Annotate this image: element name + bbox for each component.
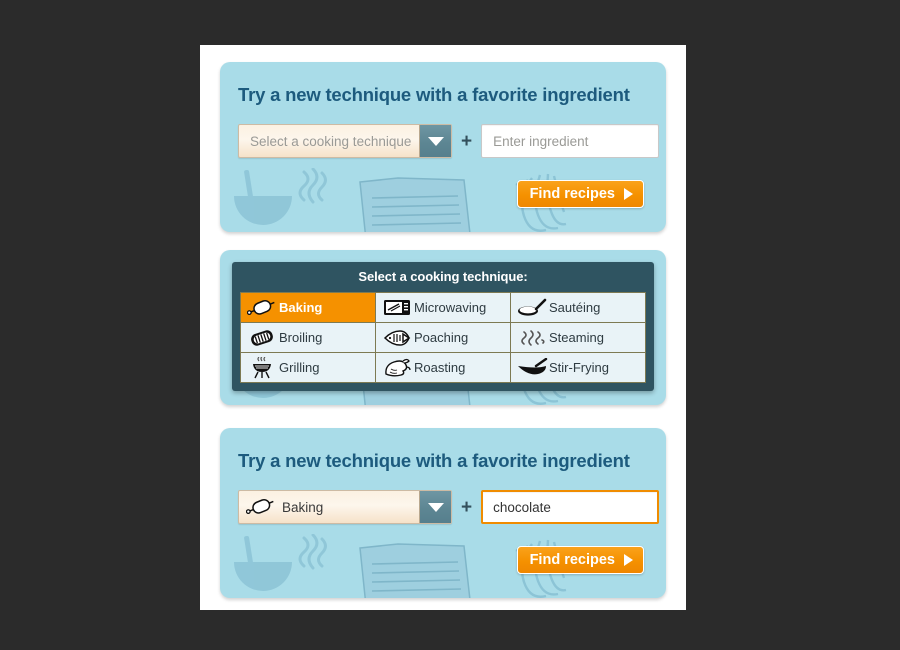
find-recipes-label: Find recipes [529, 186, 615, 202]
technique-option-label: Broiling [279, 330, 323, 345]
wok-icon [515, 356, 549, 380]
page-title-filled: Try a new technique with a favorite ingr… [238, 450, 630, 471]
search-controls-row-filled: Baking + chocolate [238, 490, 660, 524]
technique-option-label: Microwaving [414, 300, 487, 315]
search-controls-row: Select a cooking technique + Enter ingre… [238, 124, 660, 158]
find-recipes-button-filled[interactable]: Find recipes [516, 546, 644, 574]
technique-option-label: Sautéing [549, 300, 601, 315]
technique-option-broiling[interactable]: Broiling [241, 323, 375, 352]
fish-icon [380, 326, 414, 350]
grill-icon [245, 356, 279, 380]
chevron-down-icon[interactable] [419, 491, 451, 523]
technique-option-grilling[interactable]: Grilling [241, 353, 375, 382]
plus-separator: + [461, 496, 473, 518]
chevron-down-icon[interactable] [419, 125, 451, 157]
technique-select[interactable]: Select a cooking technique [238, 124, 452, 158]
technique-search-panel-filled: Try a new technique with a favorite ingr… [220, 428, 666, 598]
technique-option-label: Baking [279, 300, 323, 315]
technique-option-baking[interactable]: Baking [241, 293, 375, 322]
recipe-card-icon [359, 177, 471, 232]
technique-dropdown-menu[interactable]: Select a cooking technique: Baking Micro… [232, 262, 654, 391]
technique-option-label: Steaming [549, 330, 604, 345]
plus-separator: + [461, 130, 473, 152]
technique-option-stir-frying[interactable]: Stir-Frying [511, 353, 645, 382]
technique-option-steaming[interactable]: Steaming [511, 323, 645, 352]
saute-pan-icon [515, 296, 549, 320]
technique-option-sauteing[interactable]: Sautéing [511, 293, 645, 322]
technique-option-grid: Baking Microwaving Sautéing Broiling Poa… [240, 292, 646, 383]
technique-option-roasting[interactable]: Roasting [376, 353, 510, 382]
technique-option-poaching[interactable]: Poaching [376, 323, 510, 352]
technique-option-label: Poaching [414, 330, 469, 345]
play-triangle-icon [624, 554, 633, 566]
ingredient-input[interactable]: Enter ingredient [481, 124, 660, 158]
play-triangle-icon [624, 188, 633, 200]
steam-wisps-icon [515, 326, 549, 350]
microwave-icon [380, 296, 414, 320]
screenshot-root: Try a new technique with a favorite ingr… [0, 0, 900, 650]
technique-option-label: Stir-Frying [549, 360, 609, 375]
page-title: Try a new technique with a favorite ingr… [238, 84, 630, 105]
technique-select-filled[interactable]: Baking [238, 490, 452, 524]
technique-option-label: Roasting [414, 360, 466, 375]
rolling-pin-icon [245, 296, 279, 320]
technique-option-microwaving[interactable]: Microwaving [376, 293, 510, 322]
ingredient-input-filled[interactable]: chocolate [481, 490, 660, 524]
broiler-pan-icon [245, 326, 279, 350]
find-recipes-button[interactable]: Find recipes [516, 180, 644, 208]
technique-option-label: Grilling [279, 360, 320, 375]
technique-select-value: Baking [282, 499, 324, 515]
technique-search-panel-empty: Try a new technique with a favorite ingr… [220, 62, 666, 232]
find-recipes-label: Find recipes [529, 552, 615, 568]
poultry-icon [380, 356, 414, 380]
rolling-pin-icon [244, 494, 278, 520]
technique-select-placeholder: Select a cooking technique [250, 133, 412, 149]
technique-dropdown-header: Select a cooking technique: [358, 269, 528, 284]
